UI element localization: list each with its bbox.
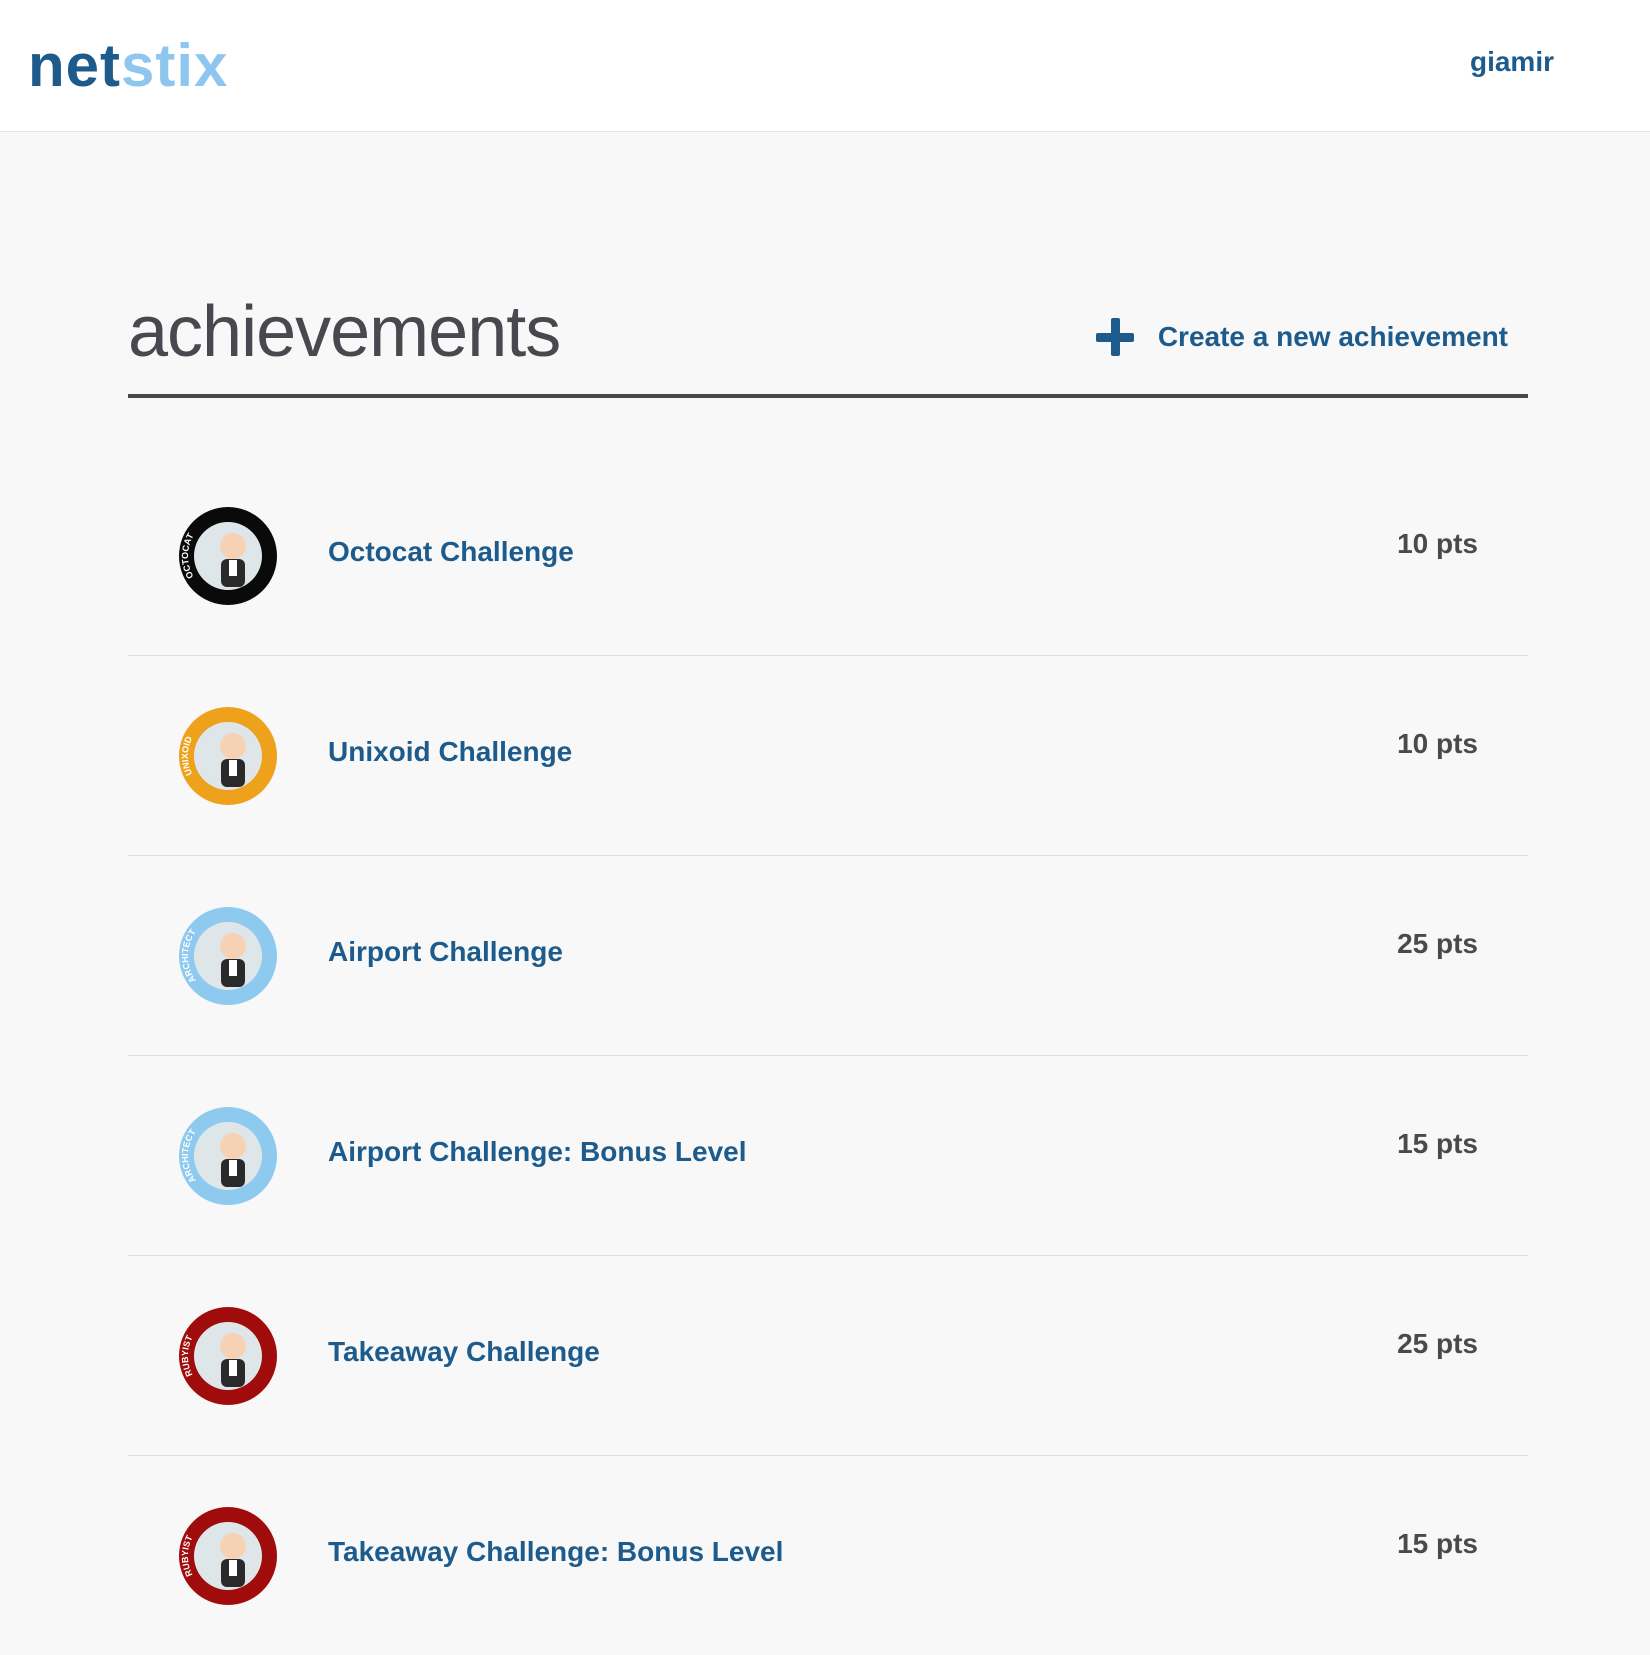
- architect-badge-icon: ARCHITECT: [178, 906, 278, 1006]
- achievement-row: RUBYIST Takeaway Challenge 25 pts: [128, 1256, 1528, 1456]
- achievement-title-link[interactable]: Takeaway Challenge: [328, 1334, 600, 1370]
- logo-text-stix: stix: [121, 32, 229, 99]
- achievement-points: 10 pts: [1397, 728, 1478, 759]
- achievement-points: 15 pts: [1397, 1528, 1478, 1559]
- achievement-row: OCTOCAT Octocat Challenge 10 pts: [128, 456, 1528, 656]
- architect-badge-icon: ARCHITECT: [178, 1106, 278, 1206]
- achievement-row: RUBYIST Takeaway Challenge: Bonus Level …: [128, 1456, 1528, 1655]
- achievements-list: OCTOCAT Octocat Challenge 10 pts UNIXOID…: [128, 456, 1528, 1655]
- page-title: achievements: [128, 292, 561, 372]
- plus-icon: [1095, 318, 1134, 356]
- top-navbar: netstix giamir: [0, 0, 1650, 132]
- achievement-points: 15 pts: [1397, 1128, 1478, 1159]
- rubyist-badge-icon: RUBYIST: [178, 1306, 278, 1406]
- rubyist-badge-icon: RUBYIST: [178, 1506, 278, 1606]
- page-header: achievements Create a new achievement: [128, 290, 1528, 398]
- achievement-title-link[interactable]: Unixoid Challenge: [328, 734, 572, 770]
- unixoid-badge-icon: UNIXOID: [178, 706, 278, 806]
- achievement-row: ARCHITECT Airport Challenge: Bonus Level…: [128, 1056, 1528, 1256]
- achievement-row: ARCHITECT Airport Challenge 25 pts: [128, 856, 1528, 1056]
- achievement-points: 25 pts: [1397, 928, 1478, 959]
- octocat-badge-icon: OCTOCAT: [178, 506, 278, 606]
- achievement-title-link[interactable]: Airport Challenge: [328, 934, 563, 970]
- achievement-title-link[interactable]: Octocat Challenge: [328, 534, 574, 570]
- create-achievement-label: Create a new achievement: [1157, 321, 1508, 352]
- netstix-logo[interactable]: netstix: [28, 28, 228, 104]
- achievement-points: 25 pts: [1397, 1328, 1478, 1359]
- user-profile-link[interactable]: giamir: [1470, 44, 1554, 80]
- achievement-points: 10 pts: [1397, 528, 1478, 559]
- achievement-row: UNIXOID Unixoid Challenge 10 pts: [128, 656, 1528, 856]
- achievement-title-link[interactable]: Airport Challenge: Bonus Level: [328, 1134, 747, 1170]
- achievement-title-link[interactable]: Takeaway Challenge: Bonus Level: [328, 1534, 783, 1570]
- create-achievement-button[interactable]: Create a new achievement: [1095, 318, 1508, 356]
- logo-text-net: net: [28, 32, 121, 99]
